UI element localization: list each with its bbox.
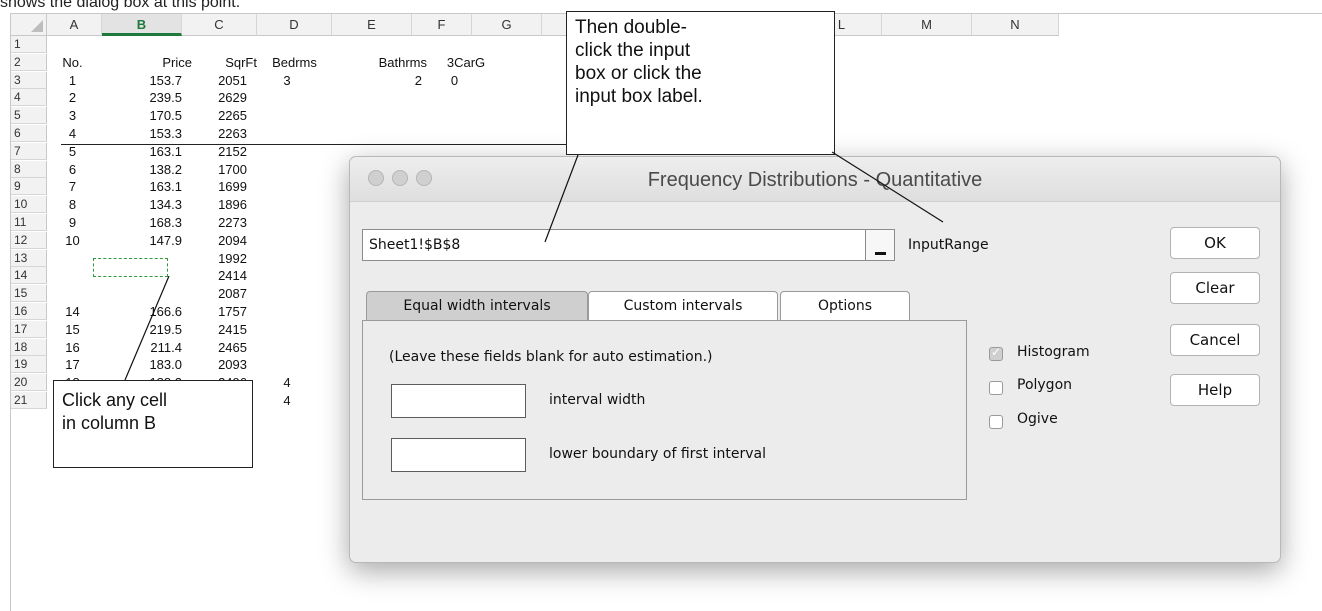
- callout-pointers: [124, 151, 944, 381]
- pointer-line-left: [124, 275, 170, 381]
- pointer-line-top-b: [831, 151, 944, 223]
- pointer-line-top-a: [544, 154, 579, 243]
